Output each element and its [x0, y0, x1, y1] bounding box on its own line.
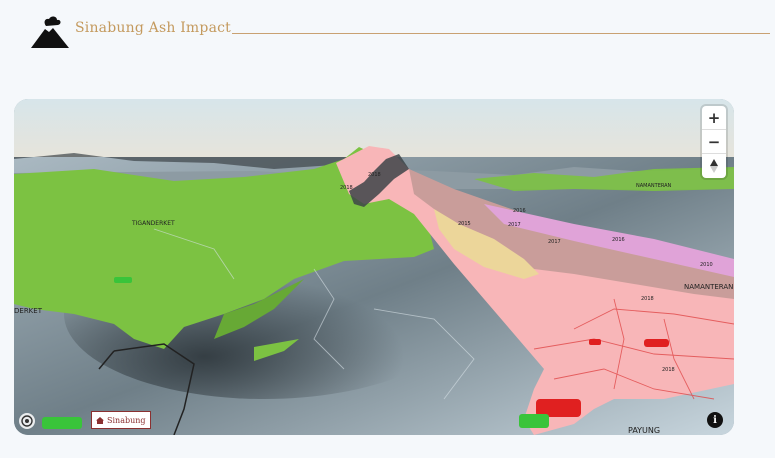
year-label: 2018 [340, 185, 353, 191]
place-label: NAMANTERAN [684, 283, 733, 291]
zoom-in-button[interactable]: + [702, 106, 726, 130]
info-button[interactable]: i [707, 412, 723, 428]
terrain-canvas[interactable]: TIGANDERKET DERKET NAMANTERAN NAMANTERAN… [14, 99, 734, 435]
attribution-button[interactable] [19, 413, 35, 429]
header: Sinabung Ash Impact [0, 0, 775, 70]
page-title: Sinabung Ash Impact [75, 20, 231, 36]
year-label: 2016 [612, 237, 625, 243]
year-label: 2018 [641, 296, 654, 302]
place-label: DERKET [14, 307, 43, 315]
maplibre-icon [21, 415, 33, 427]
header-divider [232, 33, 770, 34]
year-label: 2017 [548, 239, 561, 245]
marker-label: Sinabung [107, 415, 146, 425]
year-label: 2010 [700, 262, 713, 268]
year-label: 2017 [508, 222, 521, 228]
year-label: 2016 [513, 208, 526, 214]
home-icon [96, 416, 104, 424]
volcano-icon [31, 16, 69, 48]
compass-icon [710, 159, 718, 173]
year-label: 2018 [662, 367, 675, 373]
place-label: PAYUNG [628, 426, 660, 435]
year-label: 2018 [368, 172, 381, 178]
compass-button[interactable] [702, 154, 726, 178]
map-3d-view[interactable]: TIGANDERKET DERKET NAMANTERAN NAMANTERAN… [14, 99, 734, 435]
place-label: TIGANDERKET [131, 220, 175, 227]
place-label: NAMANTERAN [636, 183, 672, 189]
navigation-control: + − [702, 106, 726, 178]
zoom-out-button[interactable]: − [702, 130, 726, 154]
year-label: 2015 [458, 221, 471, 227]
volcano-marker[interactable]: Sinabung [91, 411, 151, 429]
